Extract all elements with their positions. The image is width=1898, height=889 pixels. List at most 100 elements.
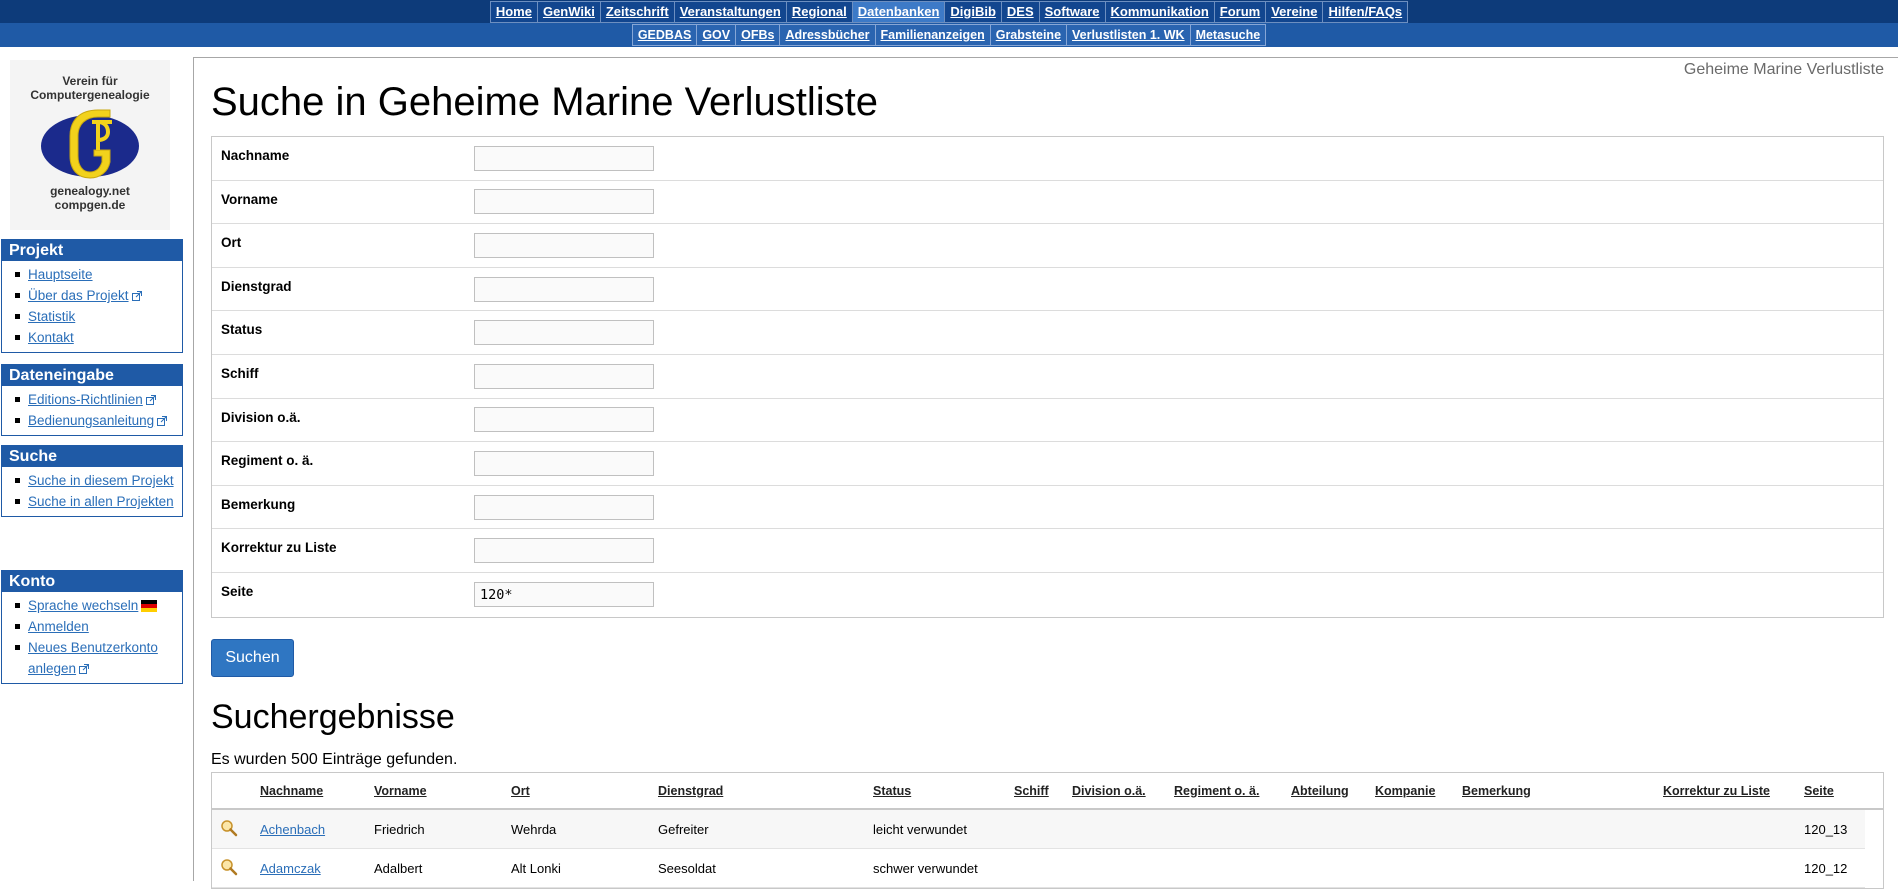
nav-zeitschrift[interactable]: Zeitschrift xyxy=(601,1,675,22)
link-neues-benutzerkonto[interactable]: Neues Benutzerkonto anlegen xyxy=(28,640,158,676)
main-nav-group: Home GenWiki Zeitschrift Veranstaltungen… xyxy=(489,0,1409,23)
portlet-konto: Konto Sprache wechseln Anmelden Neues Be… xyxy=(1,570,183,684)
label-ort: Ort xyxy=(221,235,242,251)
input-dienstgrad[interactable] xyxy=(474,276,654,302)
input-seite[interactable] xyxy=(474,582,654,608)
link-hauptseite[interactable]: Hauptseite xyxy=(28,267,93,282)
col-header-schiff[interactable]: Schiff xyxy=(1014,784,1072,798)
result-ort: Wehrda xyxy=(511,821,557,837)
subnav-ofbs[interactable]: OFBs xyxy=(736,25,781,45)
nav-vereine[interactable]: Vereine xyxy=(1266,1,1324,22)
form-row-vorname: Vorname xyxy=(212,181,1883,225)
result-ort: Alt Lonki xyxy=(511,860,561,876)
col-header-regiment[interactable]: Regiment o. ä. xyxy=(1174,784,1291,798)
col-header-seite[interactable]: Seite xyxy=(1804,784,1864,798)
link-statistik[interactable]: Statistik xyxy=(28,309,75,324)
subnav-grabsteine[interactable]: Grabsteine xyxy=(991,25,1068,45)
label-regiment: Regiment o. ä. xyxy=(221,453,314,469)
magnifier-icon[interactable] xyxy=(220,858,238,876)
portlet-konto-title: Konto xyxy=(2,571,182,592)
input-division[interactable] xyxy=(474,407,654,433)
magnifier-icon[interactable] xyxy=(220,819,238,837)
label-korrektur: Korrektur zu Liste xyxy=(221,540,337,556)
label-dienstgrad: Dienstgrad xyxy=(221,278,292,294)
result-dienstgrad: Gefreiter xyxy=(658,821,709,837)
col-header-status[interactable]: Status xyxy=(873,784,1014,798)
col-header-division[interactable]: Division o.ä. xyxy=(1072,784,1174,798)
portlet-projekt-title: Projekt xyxy=(2,240,182,261)
input-status[interactable] xyxy=(474,320,654,346)
form-row-dienstgrad: Dienstgrad xyxy=(212,268,1883,312)
link-ueber-das-projekt[interactable]: Über das Projekt xyxy=(28,288,129,303)
result-nachname-link[interactable]: Adamczak xyxy=(260,861,321,876)
subnav-adressbuecher[interactable]: Adressbücher xyxy=(780,25,876,45)
label-vorname: Vorname xyxy=(221,191,278,207)
form-row-seite: Seite xyxy=(212,573,1883,617)
nav-kommunikation[interactable]: Kommunikation xyxy=(1106,1,1215,22)
nav-forum[interactable]: Forum xyxy=(1215,1,1267,22)
label-schiff: Schiff xyxy=(221,365,259,381)
link-kontakt[interactable]: Kontakt xyxy=(28,330,74,345)
results-table: Nachname Vorname Ort Dienstgrad Status S… xyxy=(211,772,1884,889)
nav-hilfen-faqs[interactable]: Hilfen/FAQs xyxy=(1323,2,1407,22)
col-header-nachname[interactable]: Nachname xyxy=(260,784,374,798)
input-regiment[interactable] xyxy=(474,450,654,476)
link-suche-in-diesem-projekt[interactable]: Suche in diesem Projekt xyxy=(28,473,174,488)
link-bedienungsanleitung[interactable]: Bedienungsanleitung xyxy=(28,413,154,428)
col-header-bemerkung[interactable]: Bemerkung xyxy=(1462,784,1663,798)
subnav-gedbas[interactable]: GEDBAS xyxy=(633,25,698,45)
label-bemerkung: Bemerkung xyxy=(221,496,296,512)
site-logo[interactable]: Verein für Computergenealogie genealogy.… xyxy=(10,60,170,230)
results-count: Es wurden 500 Einträge gefunden. xyxy=(211,751,458,768)
input-schiff[interactable] xyxy=(474,363,654,389)
search-button[interactable]: Suchen xyxy=(211,639,294,677)
nav-genwiki[interactable]: GenWiki xyxy=(538,1,601,22)
subnav-gov[interactable]: GOV xyxy=(697,25,737,45)
table-row: Adamczak Adalbert Alt Lonki Seesoldat sc… xyxy=(212,849,1865,888)
external-link-icon xyxy=(131,291,142,302)
input-nachname[interactable] xyxy=(474,145,654,171)
nav-des[interactable]: DES xyxy=(1002,1,1040,22)
logo-domain-1: genealogy.net xyxy=(50,184,130,198)
subnav-verlustlisten[interactable]: Verlustlisten 1. WK xyxy=(1067,25,1191,45)
portlet-dateneingabe: Dateneingabe Editions-Richtlinien Bedien… xyxy=(1,364,183,436)
input-ort[interactable] xyxy=(474,232,654,258)
col-header-ort[interactable]: Ort xyxy=(511,784,658,798)
col-header-dienstgrad[interactable]: Dienstgrad xyxy=(658,784,873,798)
result-vorname: Friedrich xyxy=(374,821,425,837)
portlet-dateneingabe-title: Dateneingabe xyxy=(2,365,182,386)
col-header-vorname[interactable]: Vorname xyxy=(374,784,511,798)
result-seite: 120_13 xyxy=(1804,821,1848,837)
portlet-projekt: Projekt Hauptseite Über das Projekt Stat… xyxy=(1,239,183,353)
input-vorname[interactable] xyxy=(474,189,654,215)
search-form: Nachname Vorname Ort Dienstgrad Status S… xyxy=(211,136,1884,618)
input-bemerkung[interactable] xyxy=(474,494,654,520)
external-link-icon xyxy=(145,395,156,406)
result-nachname-link[interactable]: Achenbach xyxy=(260,822,325,837)
result-status: leicht verwundet xyxy=(873,821,967,837)
result-status: schwer verwundet xyxy=(873,860,978,876)
link-editions-richtlinien[interactable]: Editions-Richtlinien xyxy=(28,392,143,407)
sub-nav-group: GEDBAS GOV OFBs Adressbücher Familienanz… xyxy=(631,24,1267,46)
subnav-metasuche[interactable]: Metasuche xyxy=(1191,25,1266,45)
nav-home[interactable]: Home xyxy=(491,1,538,22)
subnav-familienanzeigen[interactable]: Familienanzeigen xyxy=(876,25,991,45)
link-suche-in-allen-projekten[interactable]: Suche in allen Projekten xyxy=(28,494,174,509)
form-row-nachname: Nachname xyxy=(212,137,1883,181)
nav-digibib[interactable]: DigiBib xyxy=(945,1,1002,22)
portlet-suche: Suche Suche in diesem Projekt Suche in a… xyxy=(1,445,183,517)
form-row-ort: Ort xyxy=(212,224,1883,268)
col-header-kompanie[interactable]: Kompanie xyxy=(1375,784,1462,798)
col-header-korrektur[interactable]: Korrektur zu Liste xyxy=(1663,784,1804,798)
nav-datenbanken[interactable]: Datenbanken xyxy=(852,1,946,22)
table-row: Achenbach Friedrich Wehrda Gefreiter lei… xyxy=(212,810,1865,849)
form-row-bemerkung: Bemerkung xyxy=(212,486,1883,530)
nav-veranstaltungen[interactable]: Veranstaltungen xyxy=(675,1,787,22)
link-sprache-wechseln[interactable]: Sprache wechseln xyxy=(28,598,138,613)
link-anmelden[interactable]: Anmelden xyxy=(28,619,89,634)
logo-text-line1: Verein für xyxy=(62,74,118,88)
col-header-abteilung[interactable]: Abteilung xyxy=(1291,784,1375,798)
nav-regional[interactable]: Regional xyxy=(787,1,853,22)
nav-software[interactable]: Software xyxy=(1040,1,1106,22)
input-korrektur[interactable] xyxy=(474,538,654,564)
